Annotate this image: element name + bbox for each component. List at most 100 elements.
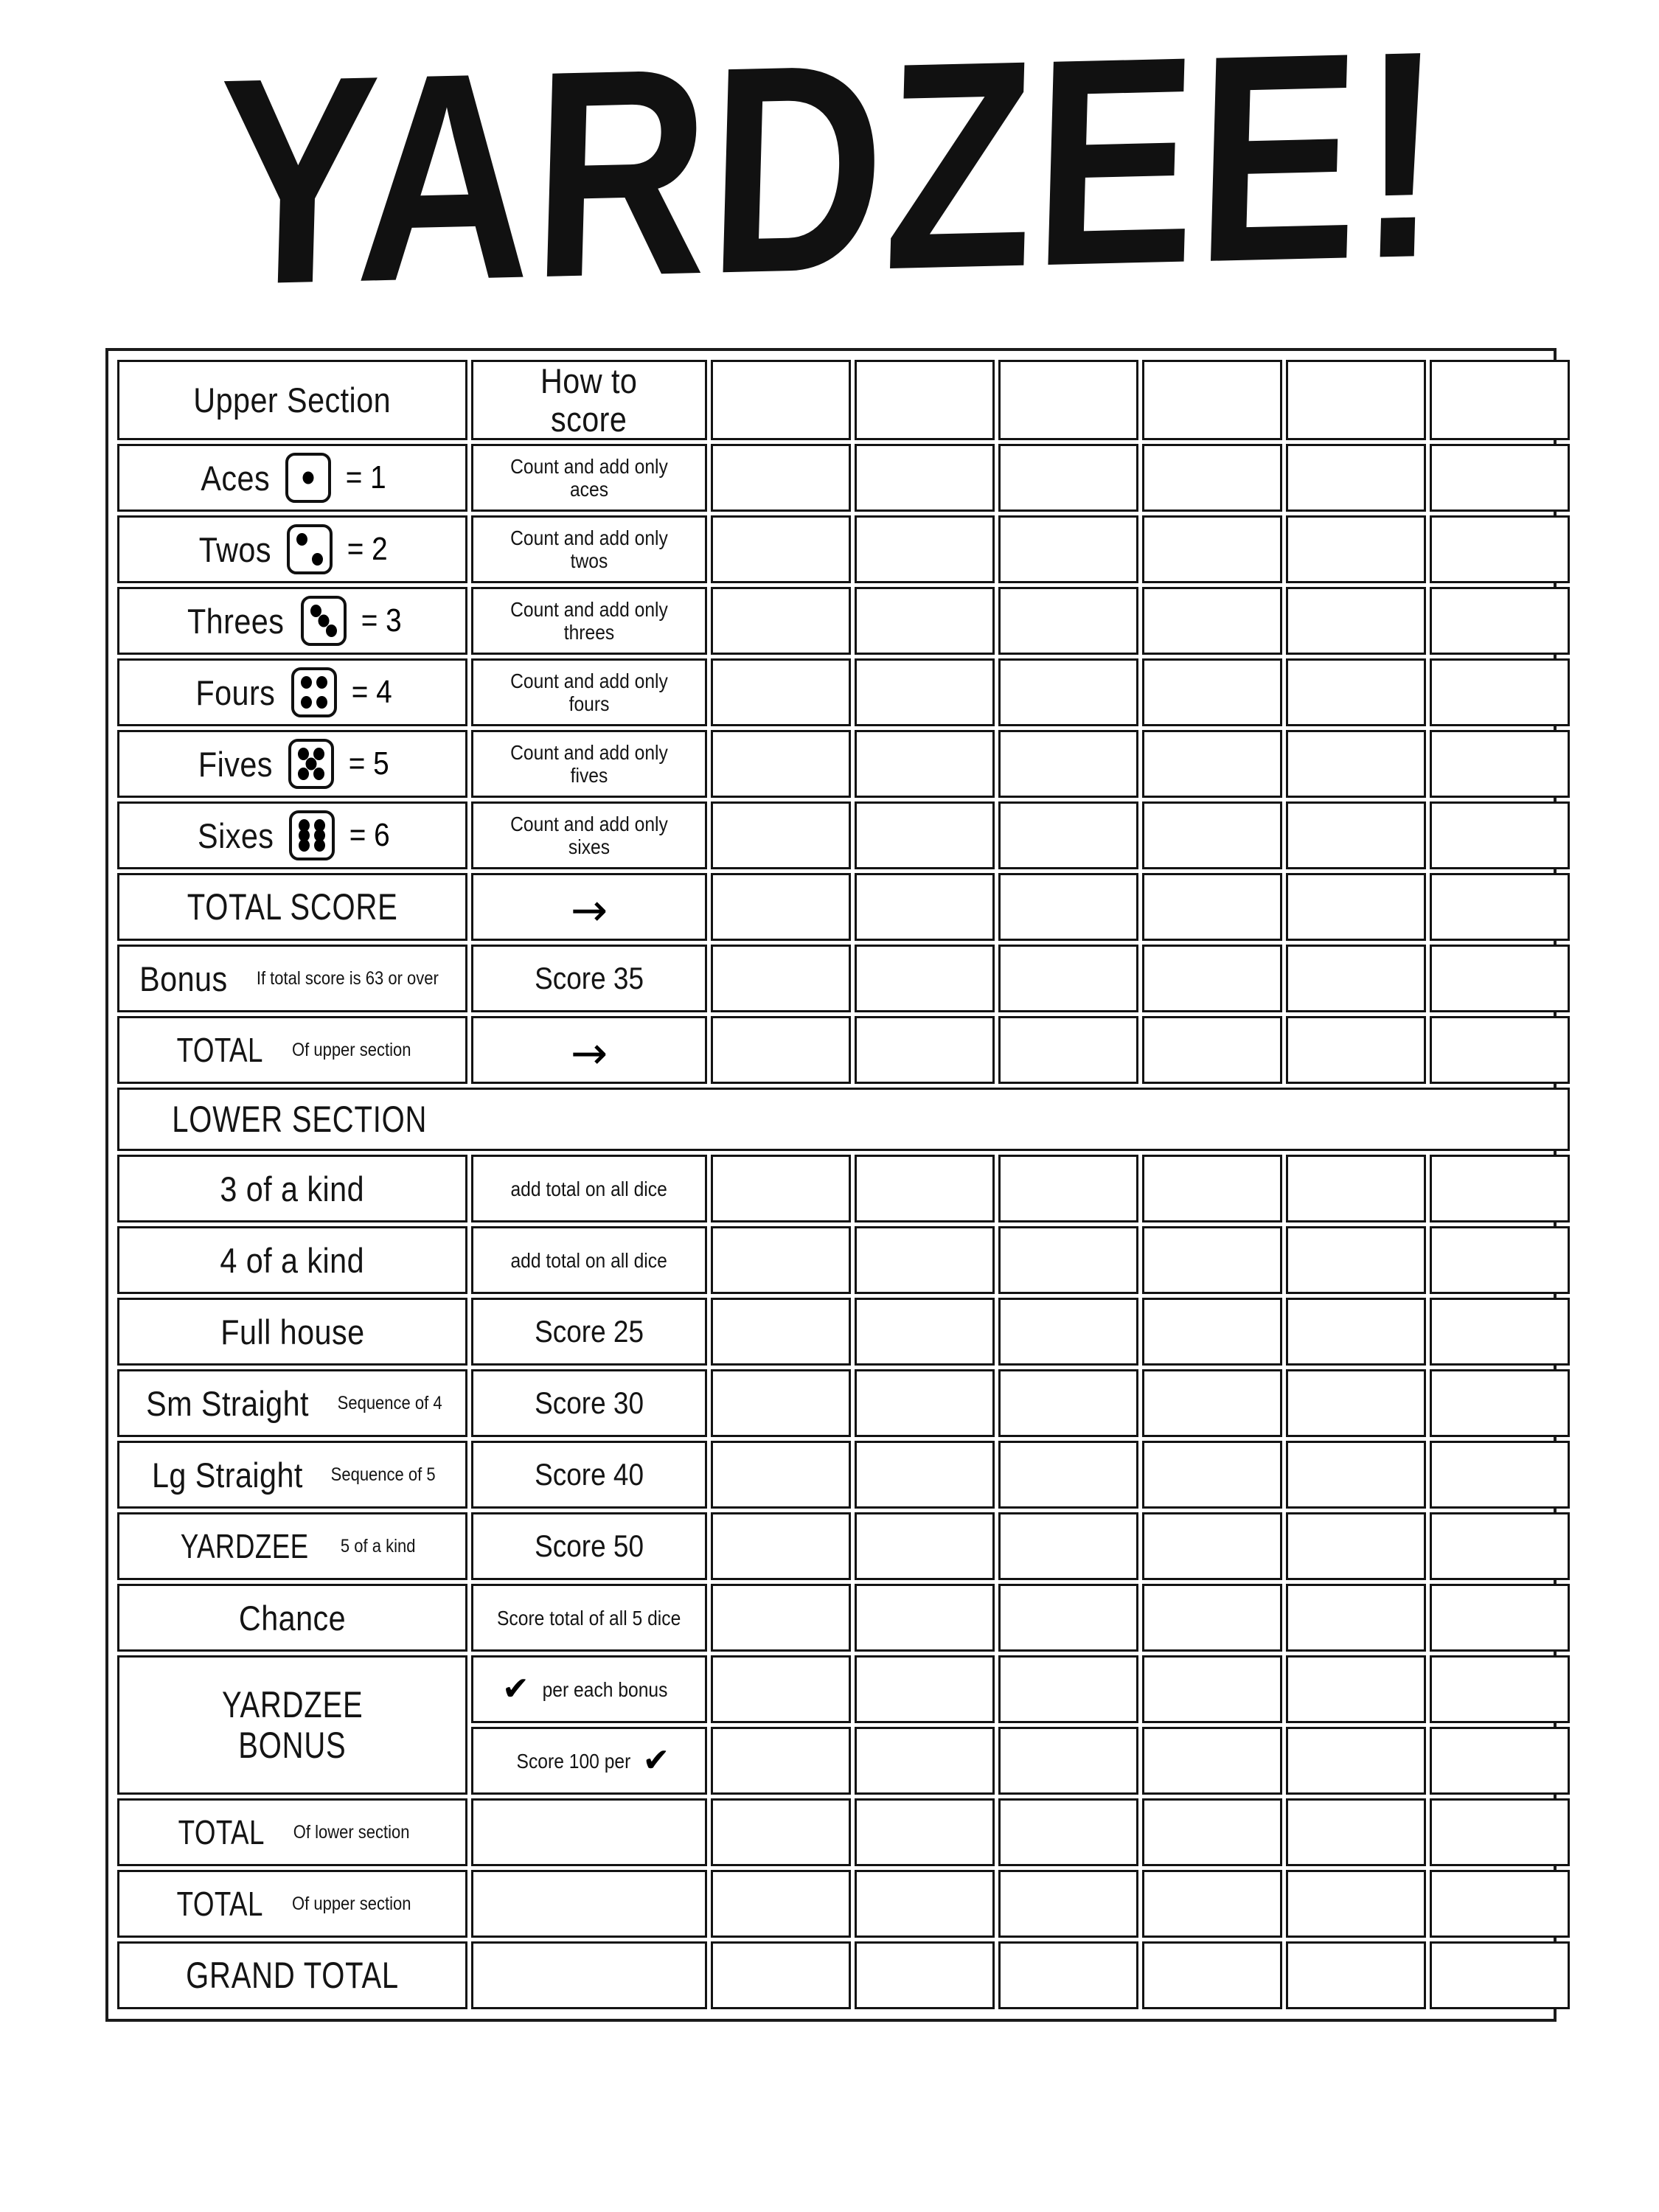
- score-box[interactable]: [1430, 1798, 1570, 1867]
- score-box[interactable]: [1286, 1016, 1426, 1085]
- score-box[interactable]: [855, 1941, 995, 2010]
- score-box[interactable]: [998, 360, 1138, 441]
- score-box[interactable]: [1142, 587, 1282, 655]
- score-box[interactable]: [1430, 873, 1570, 942]
- score-box[interactable]: [998, 801, 1138, 870]
- score-box[interactable]: [1286, 658, 1426, 727]
- score-box[interactable]: [1430, 1441, 1570, 1509]
- score-box[interactable]: [998, 1226, 1138, 1295]
- score-box[interactable]: [1430, 587, 1570, 655]
- score-box[interactable]: [1142, 1941, 1282, 2010]
- score-box[interactable]: [1286, 1941, 1426, 2010]
- score-box[interactable]: [1142, 1584, 1282, 1652]
- score-box[interactable]: [711, 1655, 851, 1724]
- score-box[interactable]: [998, 1941, 1138, 2010]
- score-box[interactable]: [1430, 1727, 1570, 1795]
- score-box[interactable]: [1286, 1870, 1426, 1938]
- score-box[interactable]: [1142, 360, 1282, 441]
- score-box[interactable]: [711, 1369, 851, 1438]
- score-box[interactable]: [1142, 1798, 1282, 1867]
- score-box[interactable]: [998, 1441, 1138, 1509]
- score-box[interactable]: [1286, 1441, 1426, 1509]
- score-box[interactable]: [1286, 444, 1426, 512]
- score-box[interactable]: [998, 1512, 1138, 1581]
- score-box[interactable]: [998, 1655, 1138, 1724]
- score-box[interactable]: [1430, 1016, 1570, 1085]
- score-box[interactable]: [855, 1870, 995, 1938]
- score-box[interactable]: [1142, 515, 1282, 584]
- score-box[interactable]: [998, 444, 1138, 512]
- score-box[interactable]: [1142, 1298, 1282, 1366]
- score-box[interactable]: [1142, 873, 1282, 942]
- score-box[interactable]: [471, 1941, 707, 2010]
- score-box[interactable]: [998, 1870, 1138, 1938]
- score-box[interactable]: [711, 658, 851, 727]
- score-box[interactable]: [1430, 730, 1570, 799]
- score-box[interactable]: [1142, 945, 1282, 1013]
- score-box[interactable]: [711, 1870, 851, 1938]
- score-box[interactable]: [1142, 1870, 1282, 1938]
- score-box[interactable]: [1286, 945, 1426, 1013]
- score-box[interactable]: [998, 1016, 1138, 1085]
- score-box[interactable]: [1430, 515, 1570, 584]
- score-box[interactable]: [1286, 1369, 1426, 1438]
- score-box[interactable]: [1142, 1441, 1282, 1509]
- score-box[interactable]: [1286, 515, 1426, 584]
- score-box[interactable]: [1430, 360, 1570, 441]
- score-box[interactable]: [711, 444, 851, 512]
- score-box[interactable]: [1286, 1155, 1426, 1223]
- score-box[interactable]: [1286, 1512, 1426, 1581]
- score-box[interactable]: [1430, 1512, 1570, 1581]
- score-box[interactable]: [998, 945, 1138, 1013]
- score-box[interactable]: [711, 1512, 851, 1581]
- score-box[interactable]: [855, 1441, 995, 1509]
- score-box[interactable]: [1286, 1226, 1426, 1295]
- score-box[interactable]: [998, 658, 1138, 727]
- score-box[interactable]: [1142, 1016, 1282, 1085]
- score-box[interactable]: [1142, 801, 1282, 870]
- score-box[interactable]: [998, 1584, 1138, 1652]
- score-box[interactable]: [1430, 444, 1570, 512]
- score-box[interactable]: [711, 587, 851, 655]
- score-box[interactable]: [855, 1512, 995, 1581]
- score-box[interactable]: [1430, 945, 1570, 1013]
- score-box[interactable]: [998, 873, 1138, 942]
- score-box[interactable]: [1142, 1369, 1282, 1438]
- score-box[interactable]: [711, 1441, 851, 1509]
- score-box[interactable]: [998, 587, 1138, 655]
- score-box[interactable]: [711, 1584, 851, 1652]
- score-box[interactable]: [855, 1584, 995, 1652]
- score-box[interactable]: [1142, 1512, 1282, 1581]
- score-box[interactable]: [855, 587, 995, 655]
- score-box[interactable]: [1286, 1584, 1426, 1652]
- score-box[interactable]: [1430, 1584, 1570, 1652]
- score-box[interactable]: [1430, 801, 1570, 870]
- score-box[interactable]: [1286, 1798, 1426, 1867]
- score-box[interactable]: [1142, 1655, 1282, 1724]
- score-box[interactable]: [998, 1298, 1138, 1366]
- score-box[interactable]: [711, 515, 851, 584]
- score-box[interactable]: [855, 1655, 995, 1724]
- score-box[interactable]: [711, 1155, 851, 1223]
- score-box[interactable]: [1430, 1298, 1570, 1366]
- score-box[interactable]: [1430, 1369, 1570, 1438]
- score-box[interactable]: [1430, 1870, 1570, 1938]
- score-box[interactable]: [855, 1226, 995, 1295]
- score-box[interactable]: [1430, 1155, 1570, 1223]
- score-box[interactable]: [855, 1727, 995, 1795]
- score-box[interactable]: [855, 444, 995, 512]
- score-box[interactable]: [998, 1155, 1138, 1223]
- score-box[interactable]: [855, 360, 995, 441]
- score-box[interactable]: [998, 515, 1138, 584]
- score-box[interactable]: [855, 1798, 995, 1867]
- score-box[interactable]: [855, 1298, 995, 1366]
- score-box[interactable]: [855, 515, 995, 584]
- score-box[interactable]: [1286, 587, 1426, 655]
- score-box[interactable]: [471, 1870, 707, 1938]
- score-box[interactable]: [711, 801, 851, 870]
- score-box[interactable]: [998, 1798, 1138, 1867]
- score-box[interactable]: [711, 873, 851, 942]
- score-box[interactable]: [1430, 1226, 1570, 1295]
- score-box[interactable]: [855, 658, 995, 727]
- score-box[interactable]: [855, 1155, 995, 1223]
